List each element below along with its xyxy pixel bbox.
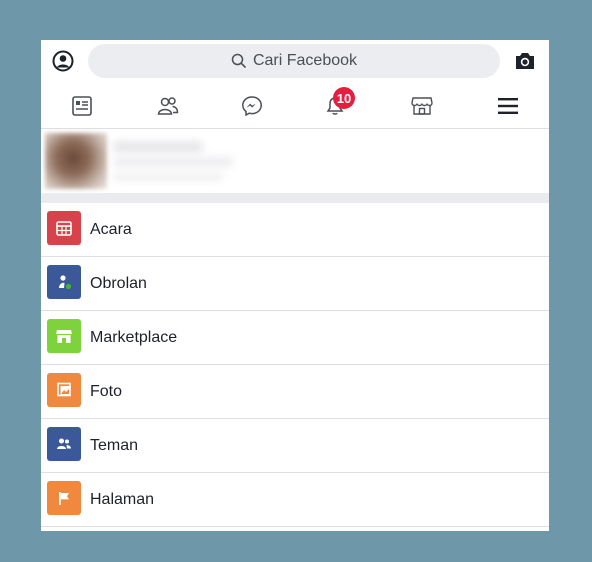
menu-item-obrolan[interactable]: Obrolan (41, 257, 549, 311)
camera-icon (516, 53, 534, 69)
menu-item-label: Obrolan (90, 274, 147, 292)
photo-icon (47, 373, 81, 407)
section-divider (41, 193, 549, 203)
menu-item-label: Teman (90, 436, 139, 454)
main-nav: 10 (41, 84, 549, 129)
menu-item-marketplace[interactable]: Marketplace (41, 311, 549, 365)
menu-item-halaman[interactable]: Halaman (41, 473, 549, 527)
menu-item-teman[interactable]: Teman (41, 419, 549, 473)
news-feed-icon (72, 96, 92, 116)
messenger-icon (242, 96, 262, 117)
user-circle-icon (52, 50, 74, 72)
shop-icon (47, 319, 81, 353)
nav-messenger[interactable] (238, 92, 266, 120)
search-input[interactable]: Cari Facebook (88, 44, 500, 78)
hamburger-menu-icon (498, 98, 518, 114)
marketplace-icon (411, 97, 433, 115)
nav-marketplace[interactable] (408, 92, 436, 120)
shortcut-menu: Acara Obrolan Marketplace Foto Teman Hal… (41, 203, 549, 527)
menu-item-foto[interactable]: Foto (41, 365, 549, 419)
blurred-detail (113, 173, 223, 181)
menu-item-label: Marketplace (90, 328, 178, 346)
nav-news-feed[interactable] (68, 92, 96, 120)
friends-icon (47, 427, 81, 461)
app-screen: Cari Facebook 10 Acara Obrolan Marketpla… (41, 40, 549, 531)
nav-menu[interactable] (494, 92, 522, 120)
menu-item-label: Halaman (90, 490, 155, 508)
profile-button[interactable] (52, 50, 74, 72)
nav-notifications[interactable]: 10 (321, 87, 355, 120)
nav-friends[interactable] (154, 92, 182, 120)
menu-item-acara[interactable]: Acara (41, 203, 549, 257)
top-bar: Cari Facebook (41, 40, 549, 82)
calendar-icon (47, 211, 81, 245)
menu-item-label: Foto (90, 382, 123, 400)
blurred-name (113, 141, 203, 153)
camera-button[interactable] (514, 51, 536, 71)
flag-icon (47, 481, 81, 515)
blurred-subtitle (113, 157, 233, 167)
profile-shortcut[interactable] (41, 129, 549, 193)
friends-icon (157, 97, 179, 115)
chat-icon (47, 265, 81, 299)
avatar (45, 133, 107, 189)
search-icon (231, 53, 247, 69)
menu-item-label: Acara (90, 220, 132, 238)
search-placeholder: Cari Facebook (252, 52, 358, 69)
notification-badge: 10 (333, 87, 355, 109)
